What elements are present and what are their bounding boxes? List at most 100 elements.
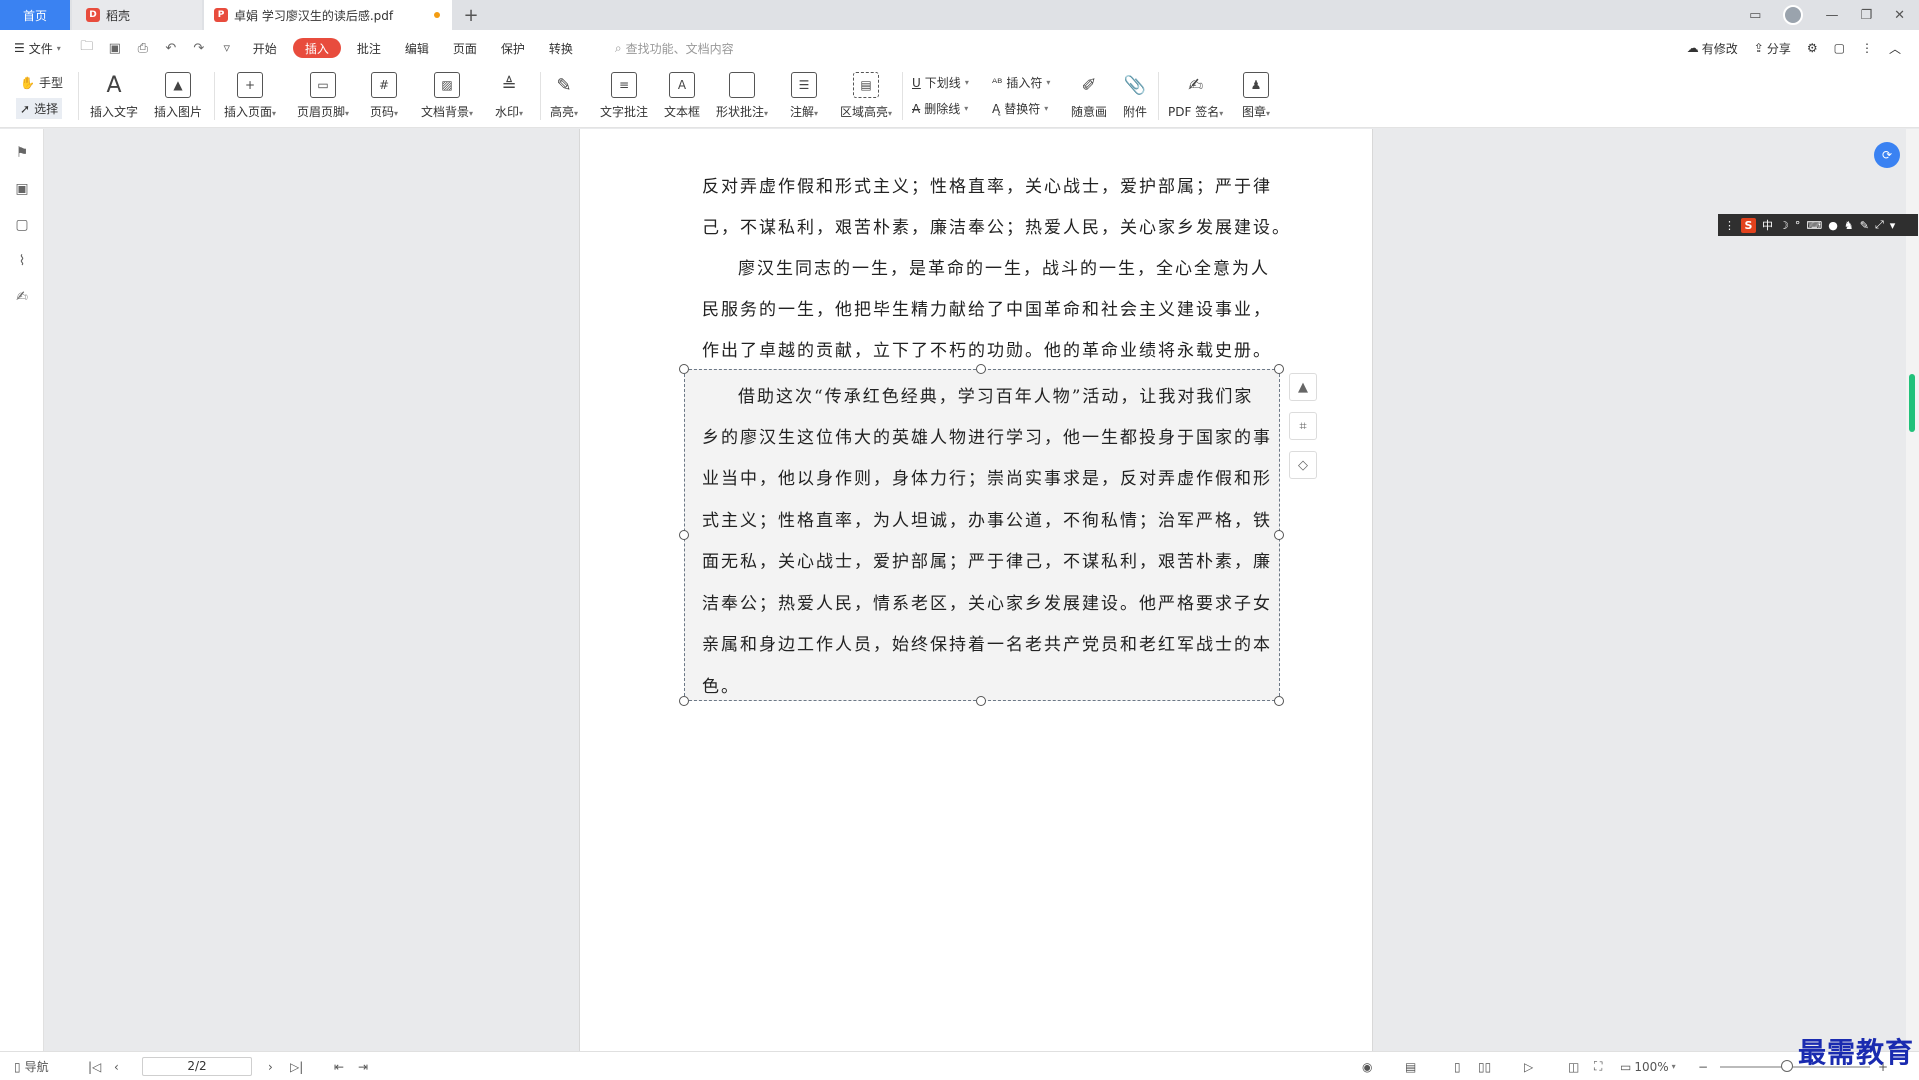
resize-handle[interactable] <box>1274 530 1284 540</box>
selected-text-line[interactable]: 色。 <box>702 672 740 697</box>
zoom-select[interactable]: ▭ 100% ▾ <box>1620 1052 1676 1080</box>
thumbnail-icon[interactable]: ▣ <box>14 181 30 197</box>
insert-text-button[interactable]: A 插入文字 <box>90 72 138 120</box>
paperclip-icon[interactable]: ⌇ <box>14 253 30 269</box>
avatar[interactable] <box>1783 5 1804 25</box>
tab-daoke[interactable]: D 稻壳 <box>72 0 202 30</box>
translate-float-button[interactable]: ⟳ <box>1874 142 1900 168</box>
forward-icon[interactable]: ⇥ <box>358 1052 368 1080</box>
highlight-button[interactable]: ✎ 高亮▾ <box>550 72 578 120</box>
nav-toggle-button[interactable]: ▯ 导航 <box>14 1052 49 1080</box>
tab-home[interactable]: 首页 <box>0 0 70 30</box>
text-line[interactable]: 反对弄虚作假和形式主义；性格直率，关心战士，爱护部属；严于律 <box>702 172 1272 197</box>
expand-icon[interactable]: ⤢ <box>1875 218 1884 232</box>
settings-icon[interactable]: ⚙ <box>1807 41 1818 55</box>
skin-icon[interactable]: ♞ <box>1844 219 1854 232</box>
punctuation-icon[interactable]: ° <box>1795 219 1801 232</box>
two-page-icon[interactable]: ▯▯ <box>1478 1052 1491 1080</box>
tab-document[interactable]: P 卓娟 学习廖汉生的读后感.pdf <box>204 0 452 30</box>
attachment-button[interactable]: 📎 附件 <box>1122 72 1148 120</box>
play-icon[interactable]: ▷ <box>1524 1052 1533 1080</box>
selected-text-line[interactable]: 洁奉公；热爱人民，情系老区，关心家乡发展建设。他严格要求子女 <box>702 589 1272 614</box>
select-tool-button[interactable]: ➚ 选择 <box>16 98 63 119</box>
menu-protect[interactable]: 保护 <box>489 40 537 57</box>
ime-mode-toggle[interactable]: 中 <box>1762 217 1773 233</box>
annotation-button[interactable]: ☰ 注解▾ <box>790 72 818 120</box>
zoom-slider-knob[interactable] <box>1781 1060 1793 1072</box>
more-icon[interactable]: ⋮ <box>1861 41 1873 55</box>
insert-char-button[interactable]: ᴬᴮ 插入符 ▾ <box>992 74 1050 91</box>
crop-icon[interactable]: ⌗ <box>1289 412 1317 440</box>
single-page-icon[interactable]: ▤ <box>1405 1052 1416 1080</box>
stamp-button[interactable]: ♟ 图章▾ <box>1242 72 1270 120</box>
pdf-sign-button[interactable]: ✍ PDF 签名▾ <box>1168 72 1223 120</box>
search-input[interactable]: ⌕ 查找功能、文档内容 <box>615 40 734 57</box>
underline-button[interactable]: U 下划线 ▾ <box>912 74 969 91</box>
resize-handle[interactable] <box>1274 696 1284 706</box>
text-line[interactable]: 民服务的一生，他把毕生精力献给了中国革命和社会主义建设事业， <box>702 295 1272 320</box>
open-folder-icon[interactable]: 🗀 <box>73 36 101 60</box>
restore-icon[interactable]: ❐ <box>1860 8 1872 23</box>
comment-icon[interactable]: ▢ <box>14 217 30 233</box>
workspace-icon[interactable]: ▭ <box>1749 8 1761 23</box>
close-icon[interactable]: ✕ <box>1894 8 1905 23</box>
header-footer-button[interactable]: ▭ 页眉页脚▾ <box>297 72 349 120</box>
share-button[interactable]: ⇪ 分享 <box>1754 40 1791 57</box>
redo-icon[interactable]: ↷ <box>185 36 213 60</box>
undo-icon[interactable]: ↶ <box>157 36 185 60</box>
user-icon[interactable]: ● <box>1828 219 1838 232</box>
print-icon[interactable]: ⎙ <box>129 36 157 60</box>
fit-page-icon[interactable]: ⛶ <box>1594 1052 1602 1080</box>
zoom-out-icon[interactable]: − <box>1698 1052 1708 1080</box>
eye-protection-icon[interactable]: ◉ <box>1362 1052 1372 1080</box>
resize-handle[interactable] <box>679 530 689 540</box>
doc-background-button[interactable]: ▨ 文档背景▾ <box>421 72 473 120</box>
resize-handle[interactable] <box>976 364 986 374</box>
prev-page-icon[interactable]: ‹ <box>114 1052 119 1080</box>
customize-icon[interactable]: ▿ <box>213 36 241 60</box>
menu-start[interactable]: 开始 <box>241 40 289 57</box>
save-icon[interactable]: ▣ <box>101 36 129 60</box>
chevron-down-icon[interactable]: ▾ <box>1890 219 1896 232</box>
insert-page-button[interactable]: + 插入页面▾ <box>224 72 276 120</box>
text-line[interactable]: 己，不谋私利，艰苦朴素，廉洁奉公；热爱人民，关心家乡发展建设。 <box>702 213 1291 238</box>
page-number-input[interactable]: 2/2 <box>142 1057 252 1076</box>
text-line[interactable]: 作出了卓越的贡献，立下了不朽的功勋。他的革命业绩将永载史册。 <box>702 336 1272 361</box>
message-icon[interactable]: ▢ <box>1834 41 1845 55</box>
replace-image-icon[interactable]: ▲ <box>1289 373 1317 401</box>
menu-comment[interactable]: 批注 <box>345 40 393 57</box>
selected-text-line[interactable]: 式主义；性格直率，为人坦诚，办事公道，不徇私情；治军严格，铁 <box>702 506 1272 531</box>
hand-tool-button[interactable]: ✋ 手型 <box>20 74 63 91</box>
eraser-icon[interactable]: ◇ <box>1289 451 1317 479</box>
selected-text-line[interactable]: 借助这次“传承红色经典，学习百年人物”活动，让我对我们家 <box>738 382 1253 407</box>
modified-button[interactable]: ☁ 有修改 <box>1687 40 1738 57</box>
scrollbar-thumb[interactable] <box>1909 374 1915 432</box>
text-line[interactable]: 廖汉生同志的一生，是革命的一生，战斗的一生，全心全意为人 <box>738 254 1270 279</box>
selected-text-line[interactable]: 面无私，关心战士，爱护部属；严于律己，不谋私利，艰苦朴素，廉 <box>702 547 1272 572</box>
selected-text-line[interactable]: 亲属和身边工作人员，始终保持着一名老共产党员和老红军战士的本 <box>702 630 1272 655</box>
vertical-scrollbar[interactable] <box>1906 129 1919 1051</box>
last-page-icon[interactable]: ▷| <box>290 1052 303 1080</box>
resize-handle[interactable] <box>1274 364 1284 374</box>
minimize-icon[interactable]: — <box>1825 8 1838 23</box>
watermark-button[interactable]: ≜ 水印▾ <box>495 72 523 120</box>
menu-page[interactable]: 页面 <box>441 40 489 57</box>
file-menu[interactable]: ☰ 文件 ▾ <box>0 40 73 57</box>
next-page-icon[interactable]: › <box>268 1052 273 1080</box>
menu-convert[interactable]: 转换 <box>537 40 585 57</box>
page-number-button[interactable]: # 页码▾ <box>370 72 398 120</box>
resize-handle[interactable] <box>679 696 689 706</box>
resize-handle[interactable] <box>679 364 689 374</box>
back-icon[interactable]: ⇤ <box>334 1052 344 1080</box>
area-highlight-button[interactable]: ▤ 区域高亮▾ <box>840 72 892 120</box>
menu-insert[interactable]: 插入 <box>292 38 341 58</box>
signature-panel-icon[interactable]: ✍ <box>14 289 30 305</box>
fit-width-icon[interactable]: ◫ <box>1568 1052 1579 1080</box>
text-comment-button[interactable]: ≡ 文字批注 <box>600 72 648 120</box>
moon-icon[interactable]: ☽ <box>1779 219 1789 232</box>
freehand-button[interactable]: ✐ 随意画 <box>1071 72 1107 120</box>
selected-text-line[interactable]: 乡的廖汉生这位伟大的英雄人物进行学习，他一生都投身于国家的事 <box>702 423 1272 448</box>
resize-handle[interactable] <box>976 696 986 706</box>
insert-image-button[interactable]: ▲ 插入图片 <box>154 72 202 120</box>
collapse-ribbon-icon[interactable]: ︿ <box>1889 40 1901 57</box>
